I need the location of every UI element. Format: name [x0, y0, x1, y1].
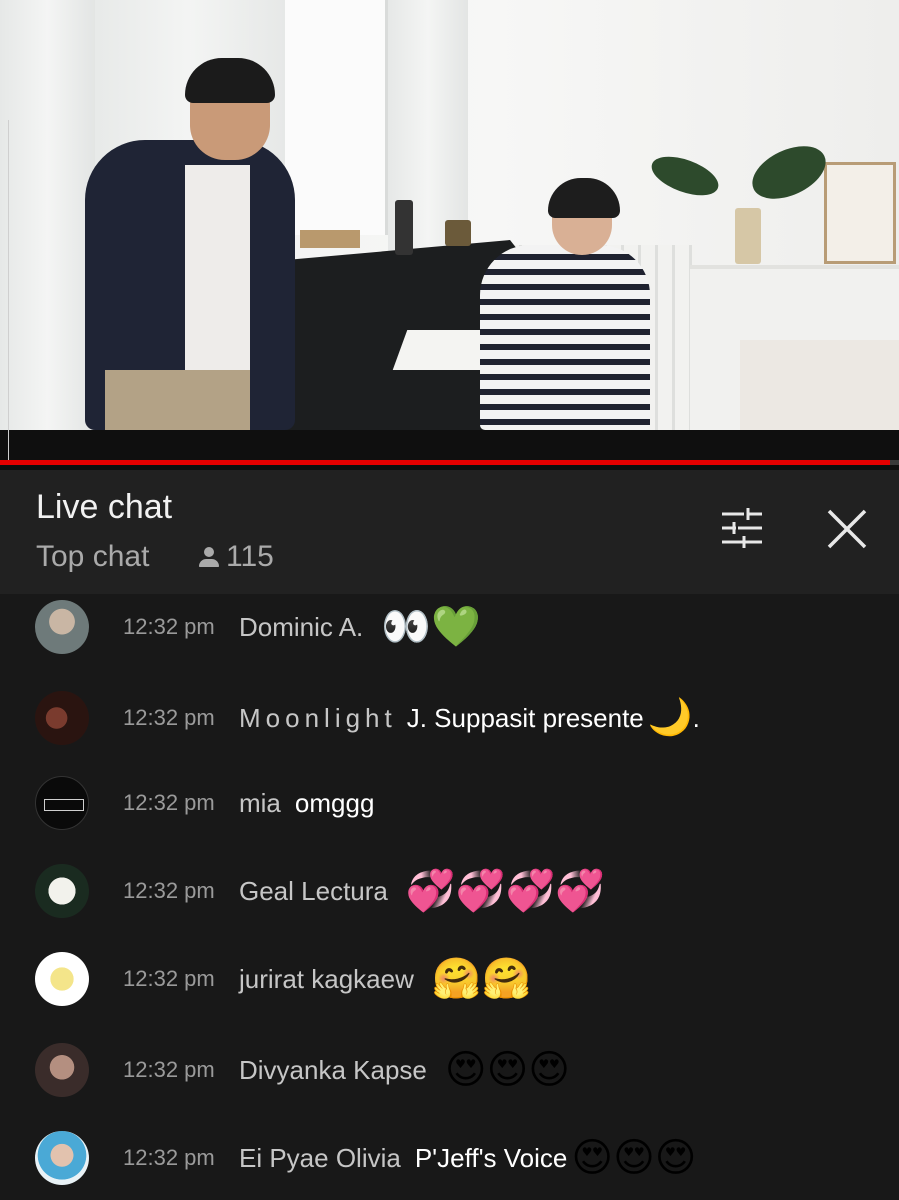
chat-message[interactable]: 12:32 pm Dominic A. 👀💚 [0, 587, 899, 667]
message-text: P'Jeff's Voice [414, 1142, 568, 1173]
message-time: 12:32 pm [123, 614, 215, 639]
avatar[interactable] [35, 1131, 89, 1185]
message-time: 12:32 pm [123, 1145, 215, 1170]
message-author[interactable]: Geal Lectura [239, 876, 388, 907]
avatar[interactable] [35, 952, 89, 1006]
heart-eyes-emoji: 😍😍😍 [571, 1135, 697, 1181]
chat-title: Live chat [36, 488, 173, 526]
chat-message[interactable]: 12:32 pm Ei Pyae Olivia P'Jeff's Voice 😍… [0, 1118, 899, 1198]
message-author[interactable]: Moonlight [239, 703, 397, 734]
eyes-green-heart-emoji: 👀💚 [381, 604, 481, 650]
progress-bar-fill [0, 460, 890, 465]
message-author[interactable]: Dominic A. [239, 612, 363, 643]
message-time: 12:32 pm [123, 790, 215, 815]
viewer-count: 115 [198, 540, 274, 574]
message-time: 12:32 pm [123, 705, 215, 730]
video-frame [0, 0, 899, 430]
avatar[interactable] [35, 600, 89, 654]
video-player[interactable] [0, 0, 899, 470]
message-author[interactable]: Ei Pyae Olivia [239, 1143, 401, 1174]
hugging-face-emoji: 🤗🤗 [431, 956, 532, 1002]
chat-mode-selector[interactable]: Top chat [36, 540, 149, 574]
chat-header: Live chat Top chat 115 [0, 470, 899, 594]
close-icon [827, 509, 867, 549]
chat-message[interactable]: 12:32 pm Moonlight J. Suppasit presente … [0, 678, 899, 758]
message-time: 12:32 pm [123, 878, 215, 903]
avatar[interactable] [35, 864, 89, 918]
panel-edge-handle[interactable] [0, 120, 9, 465]
revolving-hearts-emoji: 💞💞💞💞 [405, 868, 606, 914]
chat-message[interactable]: 12:32 pm Divyanka Kapse 😍😍😍 [0, 1030, 899, 1110]
heart-eyes-emoji: 😍😍😍 [444, 1047, 570, 1093]
chat-message[interactable]: 12:32 pm jurirat kagkaew 🤗🤗 [0, 939, 899, 1019]
message-time: 12:32 pm [123, 966, 215, 991]
message-author[interactable]: mia [239, 788, 281, 819]
message-time: 12:32 pm [123, 1057, 215, 1082]
viewer-count-value: 115 [226, 540, 274, 573]
message-text-trail: . [692, 702, 700, 733]
message-author[interactable]: jurirat kagkaew [239, 964, 414, 995]
filter-button[interactable] [718, 506, 766, 550]
avatar[interactable] [35, 776, 89, 830]
crescent-moon-emoji: 🌙 [647, 697, 693, 738]
close-button[interactable] [822, 504, 872, 554]
message-author[interactable]: Divyanka Kapse [239, 1055, 427, 1086]
avatar[interactable] [35, 691, 89, 745]
avatar[interactable] [35, 1043, 89, 1097]
chat-message-list[interactable]: 12:32 pm Dominic A. 👀💚 12:32 pm Moonligh… [0, 594, 899, 1200]
person-icon [198, 545, 220, 569]
message-text: J. Suppasit presente [406, 702, 644, 733]
message-text: omggg [294, 787, 375, 818]
progress-bar[interactable] [0, 460, 899, 465]
chat-message[interactable]: 12:32 pm Geal Lectura 💞💞💞💞 [0, 851, 899, 931]
tune-icon [722, 508, 762, 548]
chat-message[interactable]: 12:32 pm mia omggg [0, 763, 899, 843]
